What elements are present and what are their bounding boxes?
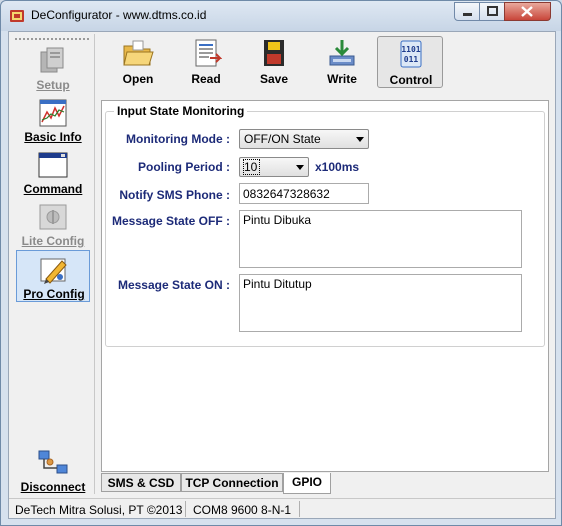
lite-config-icon xyxy=(39,204,67,230)
sidebar-item-basic-info[interactable]: Basic Info xyxy=(16,94,90,146)
group-title: Input State Monitoring xyxy=(114,104,248,118)
floppy-save-icon xyxy=(264,40,284,66)
app-window: DeConfigurator - www.dtms.co.id Setup Ba… xyxy=(0,0,562,526)
svg-text:011: 011 xyxy=(404,55,419,64)
sidebar-item-label: Command xyxy=(23,182,83,196)
save-button[interactable]: Save xyxy=(241,36,307,88)
status-company: DeTech Mitra Solusi, PT ©2013 xyxy=(15,503,183,517)
disconnect-button[interactable]: Disconnect xyxy=(16,444,90,496)
control-button[interactable]: 1101 011 Control xyxy=(377,36,443,88)
status-bar: DeTech Mitra Solusi, PT ©2013 COM8 9600 … xyxy=(9,498,555,518)
notify-phone-label: Notify SMS Phone : xyxy=(119,188,230,202)
pooling-period-label: Pooling Period : xyxy=(138,160,230,174)
msg-on-textarea[interactable]: Pintu Ditutup xyxy=(239,274,522,332)
sidebar-item-label: Pro Config xyxy=(23,287,85,301)
window-title: DeConfigurator - www.dtms.co.id xyxy=(31,8,207,22)
msg-off-label: Message State OFF : xyxy=(111,214,230,228)
close-button[interactable] xyxy=(504,2,551,21)
tab-tcp-connection[interactable]: TCP Connection xyxy=(181,473,283,492)
minimize-icon xyxy=(463,13,472,16)
svg-text:1101: 1101 xyxy=(401,45,420,54)
monitoring-mode-label: Monitoring Mode : xyxy=(126,132,230,146)
toolbar-button-label: Control xyxy=(389,73,433,87)
open-button[interactable]: Open xyxy=(105,36,171,88)
read-document-icon xyxy=(195,39,222,67)
command-window-icon xyxy=(38,152,68,178)
write-icon xyxy=(329,40,355,66)
toolbar: Open Read Save Write 1101 011 Control xyxy=(105,36,549,92)
sidebar-item-pro-config[interactable]: Pro Config xyxy=(16,250,90,302)
chart-icon xyxy=(39,99,67,127)
network-disconnect-icon xyxy=(38,450,68,474)
pooling-period-select[interactable]: 10 xyxy=(239,157,309,177)
sidebar-item-label: Lite Config xyxy=(21,234,85,248)
input-state-monitoring-group: Input State Monitoring Monitoring Mode :… xyxy=(105,104,545,347)
pooling-period-unit: x100ms xyxy=(315,160,360,174)
write-button[interactable]: Write xyxy=(309,36,375,88)
pro-config-icon xyxy=(40,258,67,284)
maximize-icon xyxy=(487,6,498,16)
minimize-button[interactable] xyxy=(454,2,480,21)
folder-open-icon xyxy=(123,40,154,66)
notify-phone-input[interactable] xyxy=(239,183,369,204)
gpio-panel: Input State Monitoring Monitoring Mode :… xyxy=(101,100,549,472)
read-button[interactable]: Read xyxy=(173,36,239,88)
toolbar-button-label: Save xyxy=(259,72,289,86)
tab-sms-csd[interactable]: SMS & CSD xyxy=(101,473,181,492)
toolbar-button-label: Open xyxy=(122,72,154,86)
msg-off-textarea[interactable]: Pintu Dibuka xyxy=(239,210,522,268)
app-icon xyxy=(10,10,24,22)
status-port: COM8 9600 8-N-1 xyxy=(193,503,292,517)
chevron-down-icon xyxy=(356,137,364,142)
maximize-button[interactable] xyxy=(479,2,505,21)
client-area: Setup Basic Info Command Lite Config Pro… xyxy=(8,31,556,519)
chevron-down-icon xyxy=(296,165,304,170)
title-bar[interactable]: DeConfigurator - www.dtms.co.id xyxy=(1,1,561,31)
monitoring-mode-value: OFF/ON State xyxy=(244,132,321,146)
sidebar-item-setup[interactable]: Setup xyxy=(16,42,90,94)
status-separator xyxy=(185,501,186,517)
tab-gpio[interactable]: GPIO xyxy=(283,473,331,494)
msg-on-label: Message State ON : xyxy=(117,278,230,292)
sidebar-item-lite-config[interactable]: Lite Config xyxy=(16,198,90,250)
close-icon xyxy=(521,6,533,17)
sidebar-grip xyxy=(15,38,89,40)
pooling-period-value: 10 xyxy=(242,159,261,175)
binary-control-icon: 1101 011 xyxy=(400,40,422,68)
disconnect-label: Disconnect xyxy=(20,480,86,494)
sidebar-item-label: Setup xyxy=(36,78,70,92)
sidebar: Setup Basic Info Command Lite Config Pro… xyxy=(11,34,95,494)
toolbar-button-label: Write xyxy=(327,72,357,86)
setup-icon xyxy=(40,47,64,73)
status-separator xyxy=(299,501,300,517)
sidebar-item-label: Basic Info xyxy=(24,130,82,144)
sidebar-item-command[interactable]: Command xyxy=(16,146,90,198)
toolbar-button-label: Read xyxy=(191,72,221,86)
monitoring-mode-select[interactable]: OFF/ON State xyxy=(239,129,369,149)
